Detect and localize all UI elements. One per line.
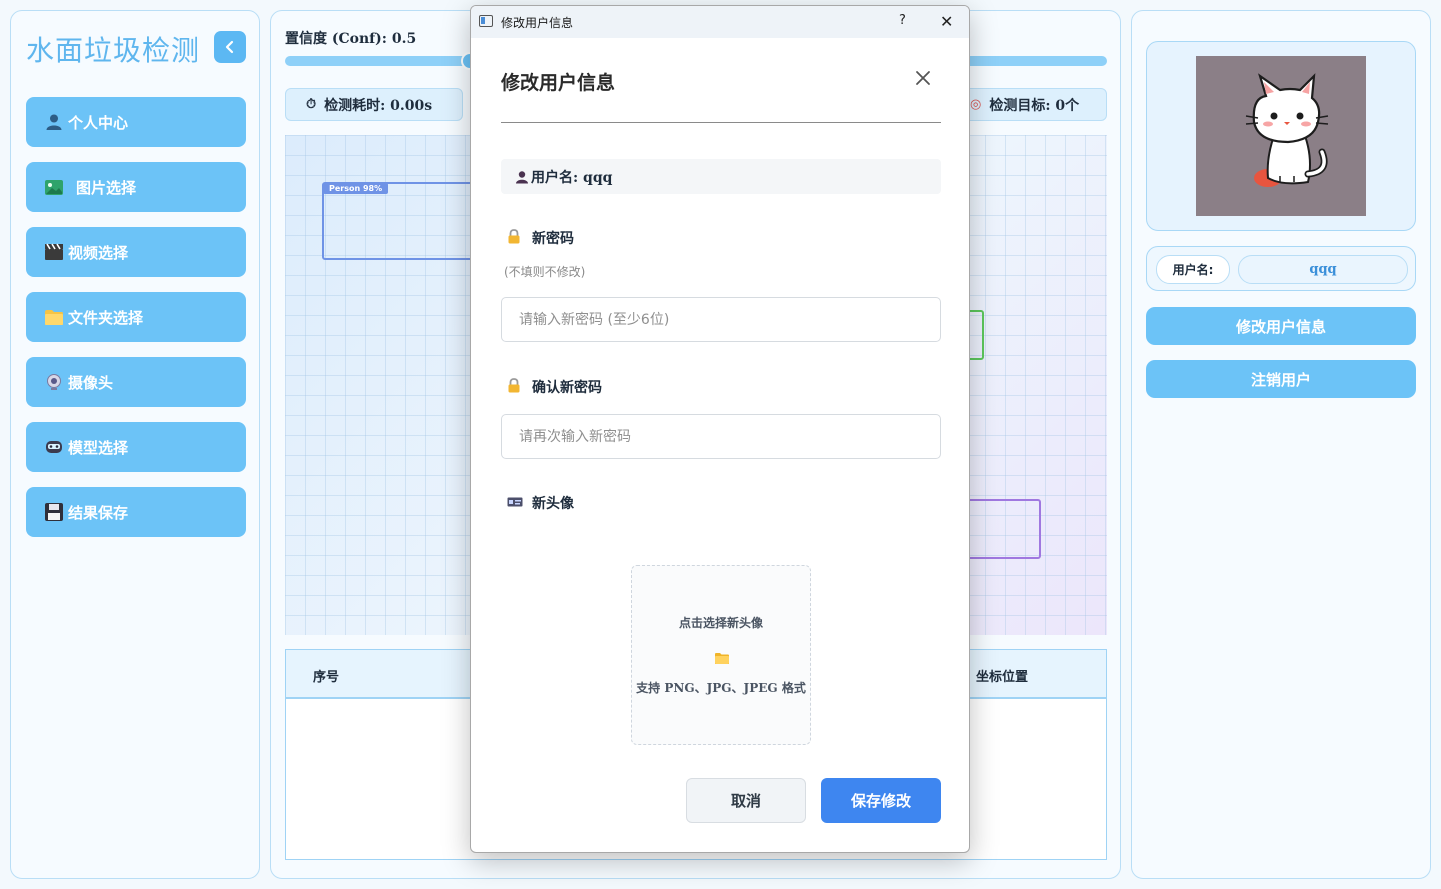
- nav-label: 视频选择: [68, 243, 129, 262]
- app-title: 水面垃圾检测: [26, 34, 201, 67]
- nav-image-select[interactable]: 图片选择: [26, 162, 246, 212]
- nav-label: 个人中心: [68, 113, 129, 132]
- close-icon[interactable]: [913, 68, 933, 88]
- divider: [501, 122, 941, 123]
- detection-time-stat: ⏱ 检测耗时: 0.00s: [285, 88, 463, 121]
- folder-icon: [43, 307, 65, 327]
- edit-user-dialog: 修改用户信息 ? ✕ 修改用户信息 用户名: qqq 新密码 (不填则不修改) …: [470, 5, 970, 853]
- user-icon: [516, 170, 528, 183]
- collapse-sidebar-button[interactable]: [214, 31, 246, 63]
- id-card-icon: [507, 496, 523, 510]
- detection-target-stat: ◎ 检测目标: 0个: [961, 88, 1107, 121]
- cat-avatar-illustration: [1245, 73, 1329, 187]
- save-button[interactable]: 保存修改: [821, 778, 941, 823]
- upload-formats: 支持 PNG、JPG、JPEG 格式: [636, 681, 806, 695]
- username-text: 用户名: qqq: [531, 169, 613, 186]
- username-value: qqq: [1238, 255, 1408, 284]
- column-index-header: 序号: [313, 670, 340, 685]
- upload-title: 点击选择新头像: [678, 616, 763, 630]
- confirm-password-input[interactable]: [501, 414, 941, 459]
- dialog-heading: 修改用户信息: [501, 72, 616, 94]
- folder-icon: [714, 650, 730, 669]
- image-icon: [43, 177, 65, 197]
- nav-camera[interactable]: 摄像头: [26, 357, 246, 407]
- lock-icon: [507, 378, 523, 396]
- logout-button[interactable]: 注销用户: [1146, 360, 1416, 398]
- confidence-label: 置信度 (Conf): 0.5: [285, 31, 417, 47]
- avatar[interactable]: [1196, 56, 1366, 216]
- target-icon: ◎: [970, 97, 982, 112]
- new-password-label: 新密码: [507, 228, 574, 248]
- nav-video-select[interactable]: 视频选择: [26, 227, 246, 277]
- nav-model-select[interactable]: 模型选择: [26, 422, 246, 472]
- sidebar: 水面垃圾检测 个人中心 图片选择 视频选择 文件夹选择 摄像头 模型选择 结果保…: [10, 10, 260, 879]
- user-icon: [43, 112, 65, 132]
- stopwatch-icon: ⏱: [306, 97, 317, 112]
- nav-label: 模型选择: [68, 438, 129, 457]
- detection-tag: Person 98%: [323, 183, 389, 194]
- nav-label: 结果保存: [68, 503, 129, 522]
- robot-icon: [43, 437, 65, 457]
- detection-time-text: 检测耗时: 0.00s: [324, 97, 433, 114]
- new-avatar-label: 新头像: [507, 493, 574, 513]
- nav-label: 图片选择: [76, 178, 137, 197]
- window-titlebar[interactable]: 修改用户信息 ? ✕: [471, 6, 969, 38]
- clapperboard-icon: [43, 242, 65, 262]
- username-row: 用户名: qqq: [1146, 246, 1416, 291]
- chevron-left-icon: [225, 40, 234, 54]
- detection-box: Person 98%: [322, 182, 482, 260]
- window-close-icon[interactable]: ✕: [940, 12, 953, 31]
- column-position-header: 坐标位置: [976, 670, 1029, 685]
- help-button[interactable]: ?: [899, 13, 906, 28]
- edit-user-info-button[interactable]: 修改用户信息: [1146, 307, 1416, 345]
- lock-icon: [507, 229, 523, 247]
- avatar-card: [1146, 41, 1416, 231]
- new-password-input[interactable]: [501, 297, 941, 342]
- username-key: 用户名:: [1156, 255, 1230, 284]
- username-display: 用户名: qqq: [501, 159, 941, 194]
- nav-label: 摄像头: [68, 373, 114, 392]
- avatar-upload-area[interactable]: 点击选择新头像 支持 PNG、JPG、JPEG 格式: [631, 565, 811, 745]
- window-app-icon: [479, 15, 493, 27]
- window-title: 修改用户信息: [501, 16, 574, 30]
- nav-save-results[interactable]: 结果保存: [26, 487, 246, 537]
- detection-target-text: 检测目标: 0个: [989, 97, 1080, 114]
- confirm-password-label: 确认新密码: [507, 377, 602, 397]
- nav-folder-select[interactable]: 文件夹选择: [26, 292, 246, 342]
- new-password-hint: (不填则不修改): [504, 265, 586, 279]
- floppy-disk-icon: [43, 502, 65, 522]
- nav-personal-center[interactable]: 个人中心: [26, 97, 246, 147]
- cancel-button[interactable]: 取消: [686, 778, 806, 823]
- nav-label: 文件夹选择: [68, 308, 144, 327]
- user-panel: 用户名: qqq 修改用户信息 注销用户: [1131, 10, 1431, 879]
- webcam-icon: [43, 372, 65, 392]
